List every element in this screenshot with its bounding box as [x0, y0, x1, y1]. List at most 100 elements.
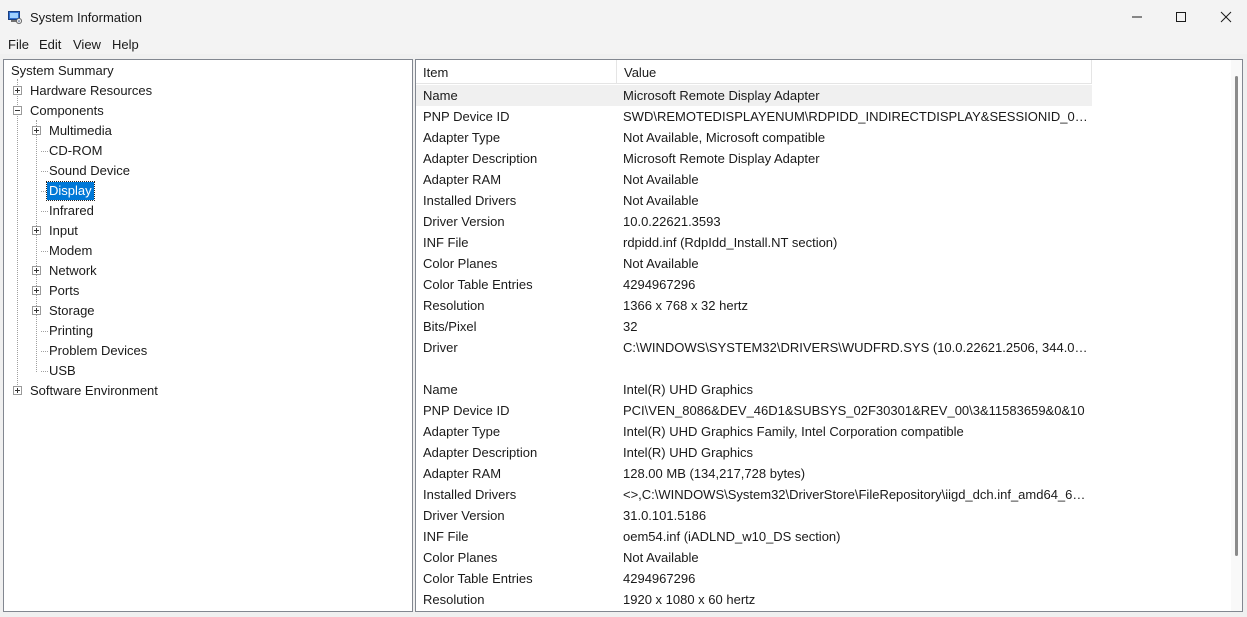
cell-item: Installed Drivers [423, 193, 517, 208]
tree-item-modem[interactable]: Modem [47, 242, 94, 260]
close-icon [1220, 11, 1232, 23]
table-row[interactable]: Adapter Description Microsoft Remote Disp… [416, 148, 1092, 169]
expand-icon[interactable] [32, 126, 41, 135]
menu-file[interactable]: File [8, 37, 29, 52]
cell-value: PCI\VEN_8086&DEV_46D1&SUBSYS_02F30301&RE… [623, 403, 1085, 418]
table-row[interactable]: Adapter Description Intel(R) UHD Graphics [416, 442, 1092, 463]
cell-value: Not Available [623, 550, 699, 565]
expand-icon[interactable] [32, 286, 41, 295]
tree-item-storage[interactable]: Storage [47, 302, 97, 320]
tree-item-system-summary[interactable]: System Summary [9, 62, 116, 80]
tree-item-display[interactable]: Display [46, 181, 95, 201]
cell-value: Intel(R) UHD Graphics [623, 382, 754, 397]
table-row[interactable]: Color Table Entries 4294967296 [416, 274, 1092, 295]
details-list[interactable]: Item Value Name Microsoft Remote Display … [415, 59, 1243, 612]
expand-icon[interactable] [32, 306, 41, 315]
cell-item: PNP Device ID [423, 109, 510, 124]
expand-icon[interactable] [13, 386, 22, 395]
tree-item-label: Storage [49, 303, 95, 318]
table-row[interactable]: Driver Version 10.0.22621.3593 [416, 211, 1092, 232]
table-row[interactable]: Driver Version 31.0.101.5186 [416, 505, 1092, 526]
cell-value: rdpidd.inf (RdpIdd_Install.NT section) [623, 235, 838, 250]
table-row[interactable]: Resolution 1366 x 768 x 32 hertz [416, 295, 1092, 316]
table-row[interactable]: Adapter RAM Not Available [416, 169, 1092, 190]
expand-icon[interactable] [32, 226, 41, 235]
table-row[interactable]: Name Intel(R) UHD Graphics [416, 379, 1092, 400]
expand-icon[interactable] [32, 266, 41, 275]
table-row[interactable]: INF File rdpidd.inf (RdpIdd_Install.NT se… [416, 232, 1092, 253]
tree-item-label: Input [49, 223, 78, 238]
expand-icon[interactable] [13, 86, 22, 95]
cell-item: Installed Drivers [423, 487, 517, 502]
cell-item: Driver [423, 340, 458, 355]
tree-item-software-environment[interactable]: Software Environment [28, 382, 160, 400]
tree-item-ports[interactable]: Ports [47, 282, 81, 300]
list-header: Item Value [416, 60, 1092, 84]
table-row[interactable]: Installed Drivers <>,C:\WINDOWS\System32\… [416, 484, 1092, 505]
tree-item-infrared[interactable]: Infrared [47, 202, 96, 220]
cell-item: Color Planes [423, 550, 498, 565]
cell-item: Name [423, 88, 458, 103]
cell-value: 1920 x 1080 x 60 hertz [623, 592, 756, 607]
scrollbar-thumb[interactable] [1235, 76, 1238, 556]
tree-item-problem-devices[interactable]: Problem Devices [47, 342, 149, 360]
tree-item-label: Infrared [49, 203, 94, 218]
table-row[interactable]: Driver C:\WINDOWS\SYSTEM32\DRIVERS\WUDFRD… [416, 337, 1092, 358]
table-row[interactable]: Color Planes Not Available [416, 547, 1092, 568]
cell-value: 32 [623, 319, 638, 334]
cell-value: 10.0.22621.3593 [623, 214, 721, 229]
close-button[interactable] [1203, 0, 1247, 34]
minimize-icon [1132, 16, 1142, 18]
menu-edit[interactable]: Edit [39, 37, 61, 52]
cell-value: Not Available [623, 172, 699, 187]
tree-item-network[interactable]: Network [47, 262, 99, 280]
cell-item: Driver Version [423, 508, 505, 523]
cell-value: 31.0.101.5186 [623, 508, 707, 523]
table-row[interactable]: PNP Device ID PCI\VEN_8086&DEV_46D1&SUBSY… [416, 400, 1092, 421]
tree-item-multimedia[interactable]: Multimedia [47, 122, 114, 140]
table-row[interactable]: INF File oem54.inf (iADLND_w10_DS section… [416, 526, 1092, 547]
table-row[interactable]: Adapter RAM 128.00 MB (134,217,728 bytes) [416, 463, 1092, 484]
cell-item: Color Table Entries [423, 277, 533, 292]
cell-value: 4294967296 [623, 571, 696, 586]
tree-item-label: Display [46, 181, 95, 201]
table-row[interactable]: Color Table Entries 4294967296 [416, 568, 1092, 589]
vertical-scrollbar[interactable] [1231, 60, 1242, 611]
tree-item-sound-device[interactable]: Sound Device [47, 162, 132, 180]
cell-value: oem54.inf (iADLND_w10_DS section) [623, 529, 841, 544]
tree-item-label: CD-ROM [49, 143, 103, 158]
cell-value: 128.00 MB (134,217,728 bytes) [623, 466, 806, 481]
column-header-value[interactable]: Value [617, 60, 1092, 84]
tree-item-hardware-resources[interactable]: Hardware Resources [28, 82, 154, 100]
cell-value: 1366 x 768 x 32 hertz [623, 298, 749, 313]
tree-item-components[interactable]: Components [28, 102, 106, 120]
table-row[interactable] [416, 358, 1092, 379]
table-row[interactable]: PNP Device ID SWD\REMOTEDISPLAYENUM\RDPID… [416, 106, 1092, 127]
category-tree[interactable]: System Summary Hardware Resources Compon… [3, 59, 413, 612]
maximize-button[interactable] [1158, 0, 1204, 34]
table-row[interactable]: Adapter Type Intel(R) UHD Graphics Family… [416, 421, 1092, 442]
table-row[interactable]: Name Microsoft Remote Display Adapter [416, 85, 1092, 106]
tree-item-label: Software Environment [30, 383, 158, 398]
cell-value: Intel(R) UHD Graphics Family, Intel Corp… [623, 424, 964, 439]
table-row[interactable]: Installed Drivers Not Available [416, 190, 1092, 211]
menu-view[interactable]: View [73, 37, 101, 52]
table-row[interactable]: Resolution 1920 x 1080 x 60 hertz [416, 589, 1092, 610]
tree-item-input[interactable]: Input [47, 222, 80, 240]
cell-item: Driver Version [423, 214, 505, 229]
tree-item-label: Multimedia [49, 123, 112, 138]
window-title: System Information [30, 10, 142, 25]
collapse-icon[interactable] [13, 106, 22, 115]
table-row[interactable]: Adapter Type Not Available, Microsoft com… [416, 127, 1092, 148]
tree-item-usb[interactable]: USB [47, 362, 78, 380]
cell-item: Name [423, 382, 458, 397]
maximize-icon [1176, 12, 1186, 22]
table-row[interactable]: Color Planes Not Available [416, 253, 1092, 274]
cell-item: Color Table Entries [423, 571, 533, 586]
tree-item-cd-rom[interactable]: CD-ROM [47, 142, 104, 160]
menu-help[interactable]: Help [112, 37, 139, 52]
tree-item-printing[interactable]: Printing [47, 322, 95, 340]
column-header-item[interactable]: Item [416, 60, 617, 84]
minimize-button[interactable] [1114, 0, 1160, 34]
table-row[interactable]: Bits/Pixel 32 [416, 316, 1092, 337]
